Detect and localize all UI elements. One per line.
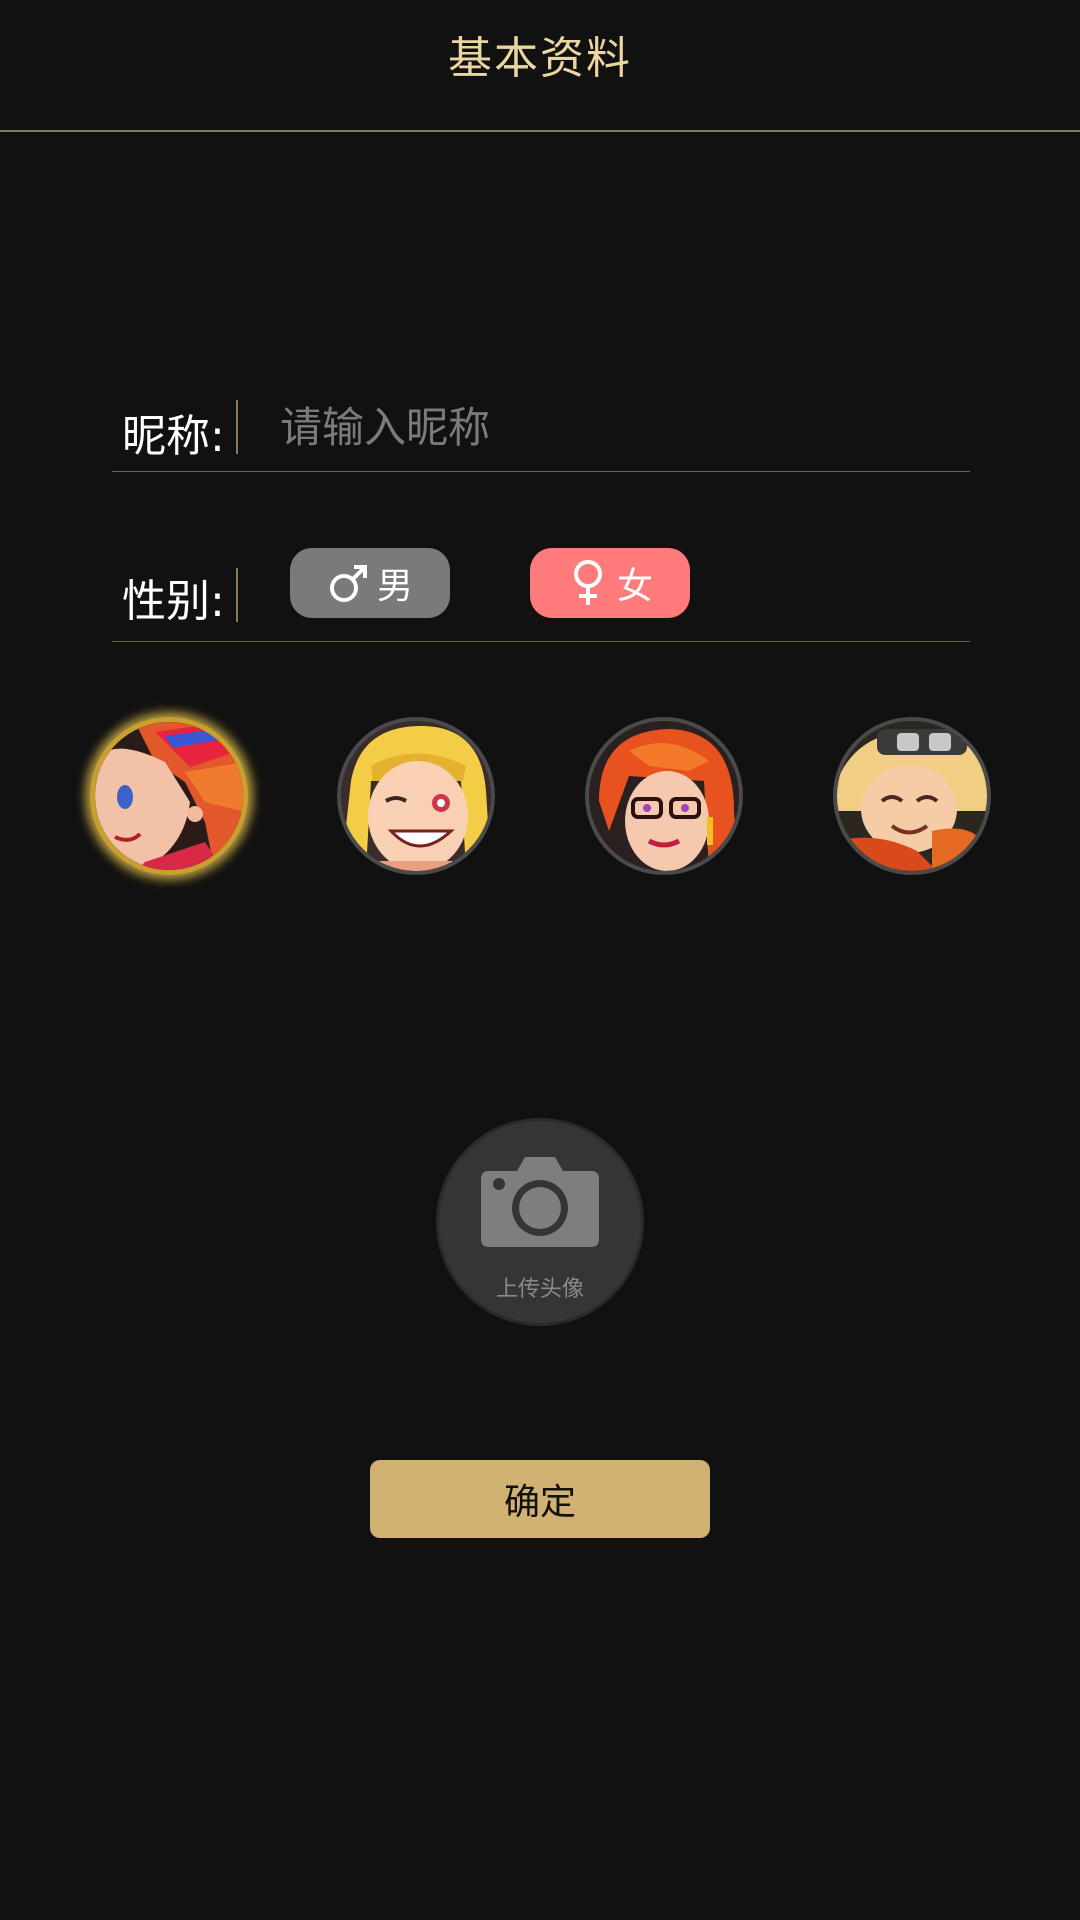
nickname-label: 昵称: <box>122 411 225 462</box>
avatar-blonde-winking-girl-icon <box>341 721 491 871</box>
gender-label: 性别: <box>122 576 225 627</box>
gender-female-button[interactable]: 女 <box>530 548 690 618</box>
female-symbol-icon <box>567 559 609 607</box>
male-symbol-icon <box>327 559 369 607</box>
avatar-option-3[interactable] <box>585 717 743 875</box>
avatar-option-1[interactable] <box>90 717 248 875</box>
upload-avatar-button[interactable]: 上传头像 <box>436 1118 644 1326</box>
confirm-button[interactable]: 确定 <box>370 1460 710 1538</box>
upload-avatar-label: 上传头像 <box>495 1277 584 1302</box>
nickname-row: 昵称: <box>112 390 970 472</box>
avatar-red-hair-girl-icon <box>95 722 243 870</box>
avatar-blonde-goggles-boy-icon <box>837 721 987 871</box>
nickname-input[interactable] <box>280 394 920 460</box>
gender-row: 性别: 男 女 <box>112 548 970 642</box>
nickname-divider <box>236 400 238 454</box>
avatar-option-2[interactable] <box>337 717 495 875</box>
gender-male-button[interactable]: 男 <box>290 548 450 618</box>
gender-male-label: 男 <box>376 566 413 607</box>
page-title: 基本资料 <box>448 33 632 84</box>
header-bar: 基本资料 <box>0 0 1080 132</box>
avatar-option-4[interactable] <box>833 717 991 875</box>
gender-female-label: 女 <box>616 566 653 607</box>
avatar-orange-hair-glasses-woman-icon <box>589 721 739 871</box>
camera-icon <box>479 1151 601 1249</box>
gender-divider <box>236 568 238 622</box>
